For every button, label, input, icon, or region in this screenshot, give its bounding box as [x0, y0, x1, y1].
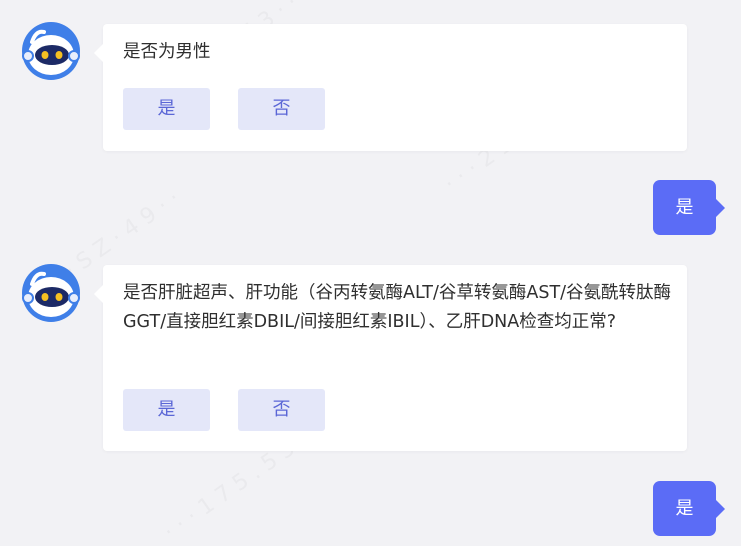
question-text: 是否为男性 [123, 42, 211, 62]
bot-message-bubble: 是否肝脏超声、肝功能（谷丙转氨酶ALT/谷草转氨酶AST/谷氨酰转肽酶GGT/直… [94, 265, 687, 451]
user-answer-bubble: 是 [653, 481, 725, 536]
robot-avatar-icon [22, 264, 80, 322]
question-text: 是否肝脏超声、肝功能（谷丙转氨酶ALT/谷草转氨酶AST/谷氨酰转肽酶GGT/直… [123, 283, 672, 332]
bot-avatar [22, 22, 80, 80]
yes-option-button[interactable]: 是 [123, 88, 210, 130]
no-option-button[interactable]: 否 [238, 389, 325, 431]
robot-avatar-icon [22, 22, 80, 80]
yes-option-button[interactable]: 是 [123, 389, 210, 431]
bot-message-bubble: 是否为男性 是 否 [94, 24, 687, 151]
user-answer-bubble: 是 [653, 180, 725, 235]
no-option-button[interactable]: 否 [238, 88, 325, 130]
bot-avatar [22, 264, 80, 322]
